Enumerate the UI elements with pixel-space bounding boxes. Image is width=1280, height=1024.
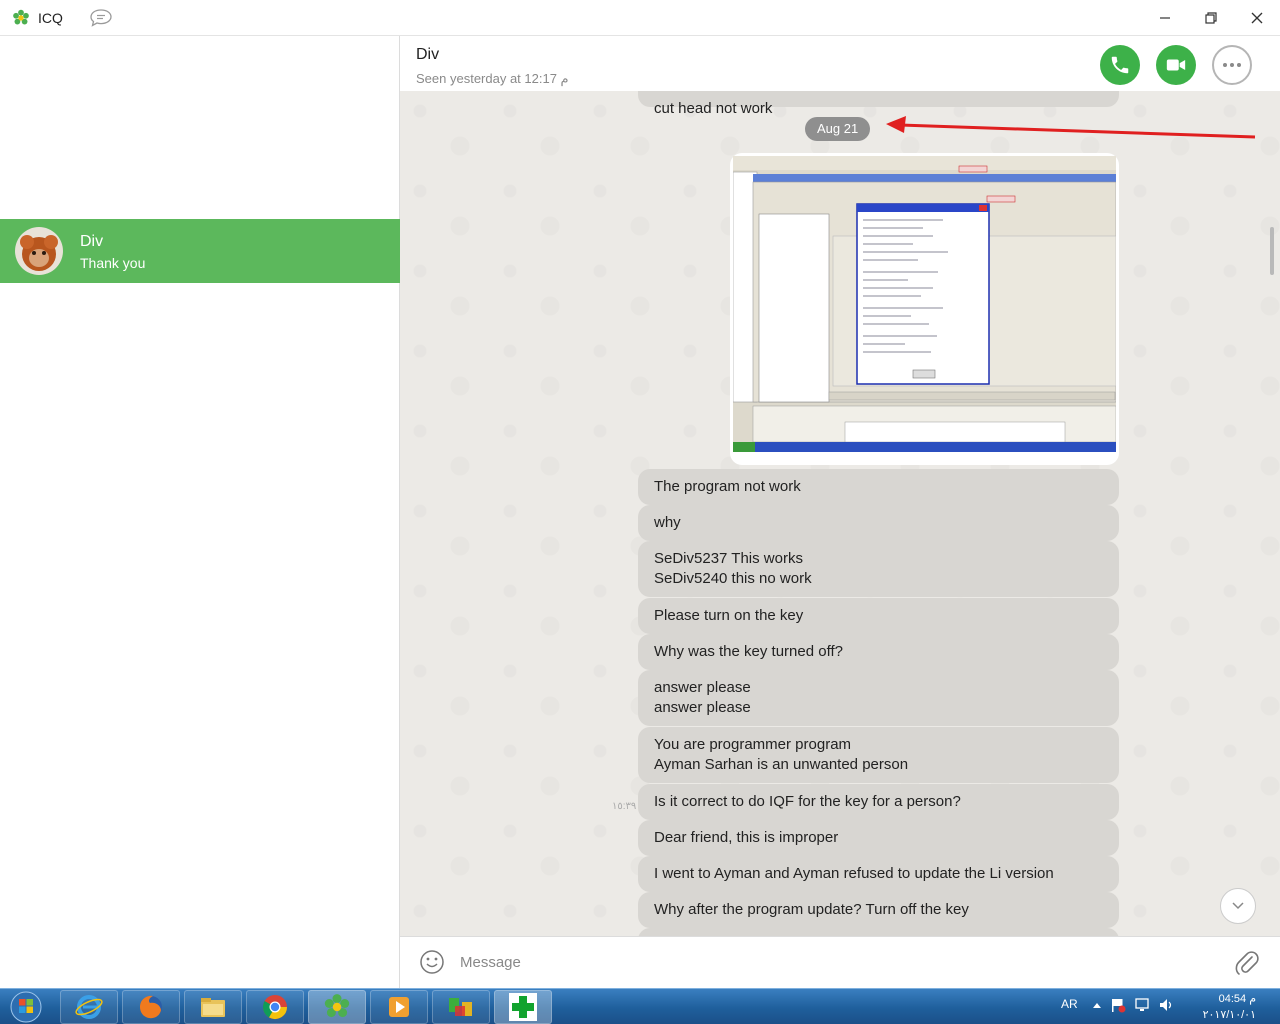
chevron-down-icon (1232, 902, 1244, 910)
message-text: I went to Ayman and Ayman refused to upd… (654, 865, 1054, 882)
system-clock[interactable]: 04:54 م ٢٠١٧/١٠/٠١ (1180, 991, 1256, 1023)
green-cross-icon (509, 993, 537, 1021)
more-icon (1223, 63, 1241, 67)
red-arrow-annotation (886, 116, 1256, 139)
clock-time: 04:54 م (1218, 993, 1256, 1005)
windows-start-icon (10, 991, 42, 1023)
chat-header: Div Seen yesterday at 12:17 م (400, 36, 1280, 91)
taskbar-icq[interactable] (308, 990, 366, 1024)
message-text: Why after the program update? Turn off t… (654, 901, 969, 918)
windows-taskbar: AR 04:54 م ٢٠١٧/١٠/٠١ (0, 988, 1280, 1024)
folder-icon (201, 998, 225, 1017)
contact-item-div[interactable]: Div Thank you (0, 219, 400, 283)
message-bubble: Dear friend, this is improper (638, 820, 1119, 856)
close-button[interactable] (1234, 0, 1280, 36)
message-bubble: SeDiv5237 This works SeDiv5240 this no w… (638, 541, 1119, 597)
contact-last-message: Thank you (80, 255, 146, 271)
taskbar-media-player[interactable] (370, 990, 428, 1024)
last-seen-status: Seen yesterday at 12:17 م (416, 71, 569, 86)
taskbar-internet-explorer[interactable] (60, 990, 118, 1024)
message-composer (400, 936, 1280, 988)
close-icon (1251, 12, 1263, 24)
restore-icon (1205, 12, 1217, 24)
message-text: SeDiv5237 This works SeDiv5240 this no w… (654, 550, 812, 587)
firefox-icon (140, 995, 162, 1019)
taskbar-network-app[interactable] (432, 990, 490, 1024)
taskbar-firefox[interactable] (122, 990, 180, 1024)
video-call-button[interactable] (1156, 45, 1196, 85)
message-text: why (654, 514, 681, 531)
minimize-icon (1160, 17, 1170, 19)
more-options-button[interactable] (1212, 45, 1252, 85)
message-bubble: You are programmer program Ayman Sarhan … (638, 727, 1119, 783)
taskbar-health-app[interactable] (494, 990, 552, 1024)
avatar (15, 227, 63, 275)
image-message[interactable] (730, 153, 1119, 465)
minimize-button[interactable] (1142, 0, 1188, 36)
restore-button[interactable] (1188, 0, 1234, 36)
message-bubble: why (638, 505, 1119, 541)
media-player-icon (389, 997, 409, 1017)
message-text: Dear friend, this is improper (654, 829, 839, 846)
network-app-icon (449, 998, 472, 1016)
message-text: Please turn on the key (654, 607, 804, 624)
chat-title[interactable]: Div (416, 46, 439, 64)
icq-flower-icon (324, 994, 350, 1018)
message-text: cut head not work (654, 100, 773, 117)
scroll-to-bottom-button[interactable] (1220, 888, 1256, 924)
taskbar-file-explorer[interactable] (184, 990, 242, 1024)
message-text: Why was the key turned off? (654, 643, 843, 660)
chat-bubble-icon[interactable] (89, 8, 113, 28)
phone-icon (1111, 56, 1129, 74)
message-bubble: Please turn on the key (638, 598, 1119, 634)
show-hidden-icons-icon[interactable] (1092, 997, 1102, 1013)
message-bubble: Why was the key turned off? (638, 634, 1119, 670)
system-tray (1092, 997, 1174, 1013)
clock-date: ٢٠١٧/١٠/٠١ (1202, 1009, 1256, 1021)
scrollbar-thumb[interactable] (1270, 227, 1274, 275)
screenshot-thumbnail (733, 156, 1116, 452)
message-text: answer please answer please (654, 679, 751, 716)
message-bubble: The program not work (638, 469, 1119, 505)
voice-call-button[interactable] (1100, 45, 1140, 85)
internet-explorer-icon (75, 995, 103, 1019)
app-title: ICQ (38, 10, 63, 26)
icq-flower-icon (13, 9, 29, 25)
taskbar-chrome[interactable] (246, 990, 304, 1024)
start-button[interactable] (4, 989, 48, 1024)
message-input[interactable] (460, 949, 1220, 975)
title-bar: ICQ (0, 0, 1280, 36)
message-bubble: answer please answer please (638, 670, 1119, 726)
emoji-icon[interactable] (418, 948, 446, 976)
message-bubble: cut head not work (638, 91, 1119, 117)
language-indicator[interactable]: AR (1061, 997, 1078, 1011)
message-text: The program not work (654, 478, 801, 495)
message-text: You are programmer program Ayman Sarhan … (654, 736, 909, 773)
message-list[interactable]: cut head not work Aug 21 The program not… (400, 91, 1280, 936)
message-bubble: I went to Ayman and Ayman refused to upd… (638, 856, 1119, 892)
attachment-icon[interactable] (1234, 949, 1260, 977)
chrome-icon (262, 995, 287, 1020)
action-center-flag-icon[interactable] (1110, 997, 1126, 1013)
message-bubble: Why after the program update? Turn off t… (638, 892, 1119, 928)
volume-icon[interactable] (1158, 997, 1174, 1013)
video-camera-icon (1166, 59, 1186, 71)
network-icon[interactable] (1134, 997, 1150, 1013)
message-text: Is it correct to do IQF for the key for … (654, 793, 961, 810)
contact-list: Div Thank you (0, 36, 400, 988)
contact-name: Div (80, 233, 104, 250)
date-separator: Aug 21 (805, 117, 871, 141)
message-bubble (638, 928, 1119, 936)
message-time: ١٥:٣٩ (612, 801, 637, 812)
message-bubble: Is it correct to do IQF for the key for … (638, 784, 1119, 820)
